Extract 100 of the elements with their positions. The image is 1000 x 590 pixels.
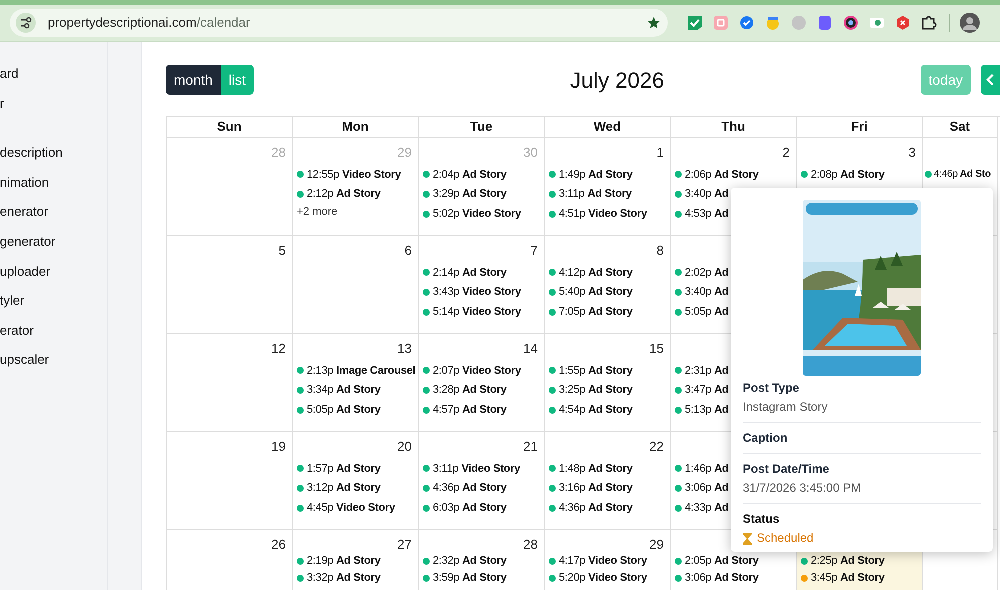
calendar-event[interactable]: 2:25p Ad Story (797, 553, 885, 570)
calendar-event[interactable]: 12:55p Video Story (293, 165, 402, 185)
calendar-event[interactable]: 7:05p Ad Story (545, 302, 633, 322)
calendar-event[interactable]: 5:05p Ad Story (293, 400, 381, 420)
calendar-event[interactable]: 5:05p Ad (671, 302, 729, 322)
day-number[interactable]: 2 (782, 143, 790, 162)
address-bar[interactable]: propertydescriptionai.com/calendar (10, 9, 668, 37)
calendar-event[interactable]: 2:08p Ad Story (797, 165, 885, 185)
day-number[interactable]: 20 (398, 437, 412, 456)
circle-icon[interactable] (765, 15, 781, 31)
sidebar-item[interactable]: r (0, 94, 4, 114)
calendar-event[interactable]: 3:59p Ad Story (419, 570, 507, 587)
calendar-event[interactable]: 3:40p Ad (671, 184, 729, 204)
calendar-event[interactable]: 3:28p Ad Story (419, 380, 507, 400)
calendar-event[interactable]: 5:02p Video Story (419, 204, 522, 224)
calendar-event[interactable]: 2:32p Ad Story (419, 553, 507, 570)
day-number[interactable]: 14 (524, 339, 538, 358)
sidebar-item[interactable]: enerator (0, 202, 48, 222)
day-number[interactable]: 29 (650, 535, 664, 554)
hexagon-icon[interactable] (895, 15, 911, 31)
day-number[interactable]: 21 (524, 437, 538, 456)
calendar-event[interactable]: 3:45p Ad Story (797, 570, 885, 587)
day-number[interactable]: 12 (272, 339, 286, 358)
sidebar-item[interactable]: ard (0, 64, 19, 84)
more-link[interactable]: +2 more (293, 204, 338, 221)
calendar-event[interactable]: 3:11p Video Story (419, 459, 520, 479)
calendar-event[interactable]: 2:04p Ad Story (419, 165, 507, 185)
calendar-event[interactable]: 2:31p Ad (671, 361, 729, 381)
calendar-event[interactable]: 1:55p Ad Story (545, 361, 633, 381)
sidebar-item[interactable]: upscaler (0, 350, 50, 370)
calendar-event[interactable]: 2:05p Ad Story (671, 553, 759, 570)
calendar-event[interactable]: 4:45p Video Story (293, 498, 396, 518)
day-number[interactable]: 8 (656, 241, 664, 260)
sidebar-item[interactable]: uploader (0, 262, 51, 282)
calendar-event[interactable]: 4:12p Ad Story (545, 263, 633, 283)
calendar-event[interactable]: 2:07p Video Story (419, 361, 522, 381)
sidebar-item[interactable]: generator (0, 232, 56, 252)
day-number[interactable]: 13 (398, 339, 412, 358)
calendar-event[interactable]: 4:54p Ad Story (545, 400, 633, 420)
calendar-event[interactable]: 1:57p Ad Story (293, 459, 381, 479)
day-number[interactable]: 5 (278, 241, 286, 260)
day-number[interactable]: 22 (650, 437, 664, 456)
day-number[interactable]: 3 (908, 143, 916, 162)
day-number[interactable]: 1 (656, 143, 664, 162)
calendar-event[interactable]: 2:19p Ad Story (293, 553, 381, 570)
day-number[interactable]: 19 (272, 437, 286, 456)
day-number[interactable]: 28 (524, 535, 538, 554)
calendar-event[interactable]: 3:06p Ad (671, 478, 729, 498)
calendar-event[interactable]: 2:02p Ad (671, 263, 729, 283)
calendar-event[interactable]: 4:17p Video Story (545, 553, 648, 570)
calendar-event[interactable]: 3:29p Ad Story (419, 184, 507, 204)
star-icon[interactable] (647, 16, 661, 30)
calendar-event[interactable]: 2:06p Ad Story (671, 165, 759, 185)
calendar-event[interactable]: 1:49p Ad Story (545, 165, 633, 185)
sidebar-item[interactable]: nimation (0, 172, 50, 192)
site-settings-icon[interactable] (16, 13, 36, 33)
calendar-event[interactable]: 4:46p Ad Sto (923, 165, 992, 185)
puzzle-icon[interactable] (921, 15, 937, 31)
calendar-event[interactable]: 4:33p Ad (671, 498, 729, 518)
calendar-event[interactable]: 3:25p Ad Story (545, 380, 633, 400)
calendar-event[interactable]: 3:32p Ad Story (293, 570, 381, 587)
calendar-event[interactable]: 3:11p Ad Story (545, 184, 632, 204)
check-icon[interactable] (687, 15, 703, 31)
sidebar-item[interactable]: tyler (0, 291, 25, 311)
calendar-event[interactable]: 4:53p Ad (671, 204, 729, 224)
calendar-event[interactable]: 1:48p Ad Story (545, 459, 633, 479)
sidebar-item[interactable]: description (0, 143, 63, 163)
calendar-event[interactable]: 3:06p Ad Story (671, 570, 759, 587)
calendar-event[interactable]: 5:20p Video Story (545, 570, 648, 587)
calendar-event[interactable]: 2:13p Image Carousel (293, 361, 416, 381)
calendar-event[interactable]: 3:12p Ad Story (293, 478, 381, 498)
calendar-event[interactable]: 1:46p Ad (671, 459, 729, 479)
view-tab[interactable]: month (166, 65, 221, 95)
card-icon[interactable] (869, 15, 885, 31)
day-number[interactable]: 6 (404, 241, 412, 260)
calendar-event[interactable]: 3:34p Ad Story (293, 380, 381, 400)
day-number[interactable]: 26 (272, 535, 286, 554)
calendar-event[interactable]: 5:40p Ad Story (545, 282, 633, 302)
calendar-event[interactable]: 3:16p Ad Story (545, 478, 633, 498)
calendar-event[interactable]: 6:03p Ad Story (419, 498, 507, 518)
calendar-event[interactable]: 4:51p Video Story (545, 204, 648, 224)
day-number[interactable]: 27 (398, 535, 412, 554)
calendar-event[interactable]: 5:13p Ad (671, 400, 729, 420)
calendar-event[interactable]: 3:47p Ad (671, 380, 729, 400)
check-circle-icon[interactable] (739, 15, 755, 31)
day-number[interactable]: 7 (530, 241, 538, 260)
previous-button[interactable] (981, 65, 1000, 95)
day-number[interactable]: 15 (650, 339, 664, 358)
calendar-event[interactable]: 3:43p Video Story (419, 282, 522, 302)
calendar-event[interactable]: 4:36p Ad Story (419, 478, 507, 498)
calendar-event[interactable]: 3:40p Ad (671, 282, 729, 302)
ring-icon[interactable] (843, 15, 859, 31)
calendar-event[interactable]: 5:14p Video Story (419, 302, 522, 322)
avatar-icon[interactable] (960, 13, 980, 33)
square-icon[interactable] (817, 15, 833, 31)
sidebar-item[interactable]: erator (0, 320, 34, 340)
calendar-event[interactable]: 4:36p Ad Story (545, 498, 633, 518)
calendar-event[interactable]: 2:12p Ad Story (293, 184, 381, 204)
calendar-event[interactable]: 4:57p Ad Story (419, 400, 507, 420)
calendar-event[interactable]: 2:14p Ad Story (419, 263, 507, 283)
